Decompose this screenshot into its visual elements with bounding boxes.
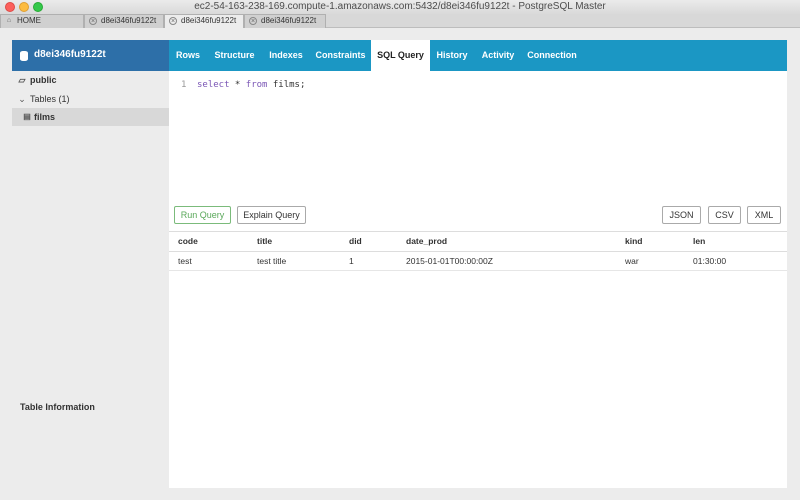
table-cell: 2015-01-01T00:00:00Z <box>406 256 493 266</box>
main-panel: 1 select * from films; Run Query Explain… <box>169 71 787 488</box>
code-line: select * from films; <box>197 80 305 90</box>
tab-connection[interactable]: Connection <box>522 40 582 71</box>
tab-home[interactable]: ⌂ HOME <box>0 14 84 28</box>
table-row[interactable]: test test title 1 2015-01-01T00:00:00Z w… <box>169 251 787 271</box>
table-cell: test title <box>257 256 287 266</box>
column-header[interactable]: did <box>349 232 362 251</box>
tab-label: HOME <box>17 16 41 25</box>
tables-label: Tables (1) <box>30 94 70 104</box>
sidebar-header[interactable]: d8ei346fu9122t <box>12 40 169 71</box>
home-icon: ⌂ <box>6 17 12 24</box>
sql-keyword: select <box>197 80 230 90</box>
table-information-label: Table Information <box>20 402 95 412</box>
table-item-films[interactable]: ▤ films <box>12 108 169 126</box>
database-name: d8ei346fu9122t <box>34 49 106 60</box>
tab-history[interactable]: History <box>430 40 474 71</box>
tab-database-2[interactable]: × d8ei346fu9122t <box>164 14 244 28</box>
table-cell: 1 <box>349 256 354 266</box>
tab-constraints[interactable]: Constraints <box>310 40 371 71</box>
explain-query-button[interactable]: Explain Query <box>237 206 306 224</box>
sidebar: d8ei346fu9122t ▱ public ⌄ Tables (1) ▤ f… <box>12 40 169 488</box>
export-xml-button[interactable]: XML <box>747 206 781 224</box>
run-query-button[interactable]: Run Query <box>174 206 231 224</box>
column-header[interactable]: title <box>257 232 272 251</box>
table-cell: war <box>625 256 639 266</box>
tab-label: d8ei346fu9122t <box>101 16 157 25</box>
title-bar: ec2-54-163-238-169.compute-1.amazonaws.c… <box>0 0 800 14</box>
tab-rows[interactable]: Rows <box>169 40 207 71</box>
tab-label: d8ei346fu9122t <box>261 16 317 25</box>
sql-token: films; <box>267 80 306 90</box>
table-icon: ▤ <box>23 112 31 121</box>
schema-item-public[interactable]: ▱ public <box>12 71 169 89</box>
minimize-window-button[interactable] <box>19 2 29 12</box>
close-icon[interactable]: × <box>249 17 257 25</box>
close-window-button[interactable] <box>5 2 15 12</box>
column-header[interactable]: date_prod <box>406 232 447 251</box>
tab-label: d8ei346fu9122t <box>181 16 237 25</box>
close-icon[interactable]: × <box>169 17 177 25</box>
tables-group[interactable]: ⌄ Tables (1) <box>12 90 169 108</box>
column-header[interactable]: len <box>693 232 705 251</box>
column-header[interactable]: code <box>178 232 198 251</box>
table-label: films <box>34 112 56 122</box>
folder-icon: ▱ <box>18 75 26 85</box>
close-icon[interactable]: × <box>89 17 97 25</box>
schema-label: public <box>30 75 57 85</box>
tab-structure[interactable]: Structure <box>207 40 262 71</box>
chevron-down-icon: ⌄ <box>18 94 26 104</box>
tab-database-3[interactable]: × d8ei346fu9122t <box>244 14 326 28</box>
sql-editor[interactable]: 1 select * from films; <box>169 71 787 201</box>
table-cell: 01:30:00 <box>693 256 727 266</box>
tab-database-1[interactable]: × d8ei346fu9122t <box>84 14 164 28</box>
table-header-row: code title did date_prod kind len <box>169 231 787 251</box>
tab-sql-query[interactable]: SQL Query <box>371 40 430 71</box>
main-nav: Rows Structure Indexes Constraints SQL Q… <box>169 40 787 71</box>
sql-keyword: from <box>245 80 268 90</box>
database-icon <box>20 51 28 61</box>
line-number: 1 <box>181 80 187 90</box>
export-json-button[interactable]: JSON <box>662 206 701 224</box>
sql-token: * <box>229 80 246 90</box>
column-header[interactable]: kind <box>625 232 642 251</box>
zoom-window-button[interactable] <box>33 2 43 12</box>
window-title: ec2-54-163-238-169.compute-1.amazonaws.c… <box>194 1 606 12</box>
tab-activity[interactable]: Activity <box>474 40 522 71</box>
tab-indexes[interactable]: Indexes <box>262 40 310 71</box>
tab-strip: ⌂ HOME × d8ei346fu9122t × d8ei346fu9122t… <box>0 14 800 28</box>
export-csv-button[interactable]: CSV <box>708 206 741 224</box>
table-cell: test <box>178 256 192 266</box>
